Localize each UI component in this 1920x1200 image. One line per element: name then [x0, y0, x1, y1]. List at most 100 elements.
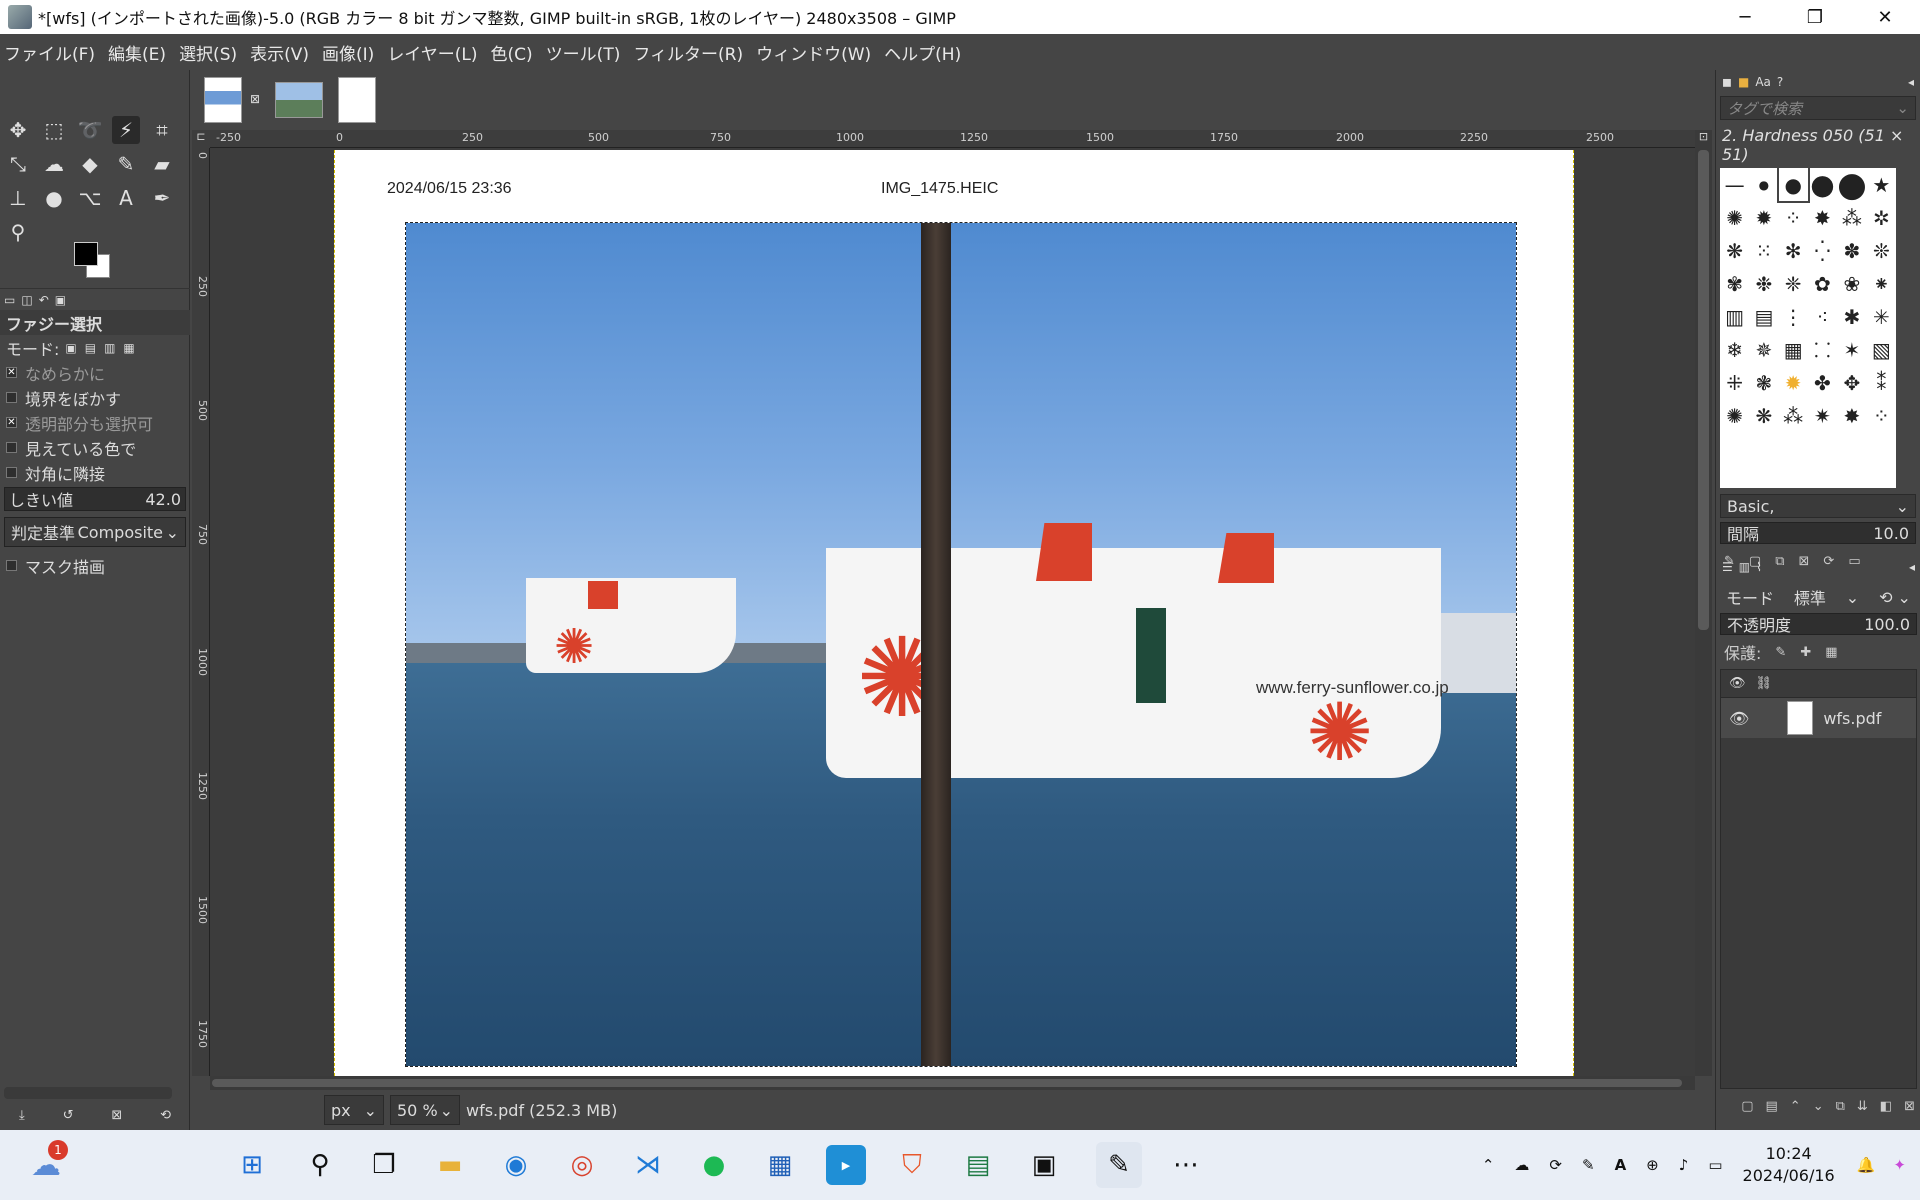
help-tab-icon[interactable]: ?	[1777, 75, 1783, 89]
antialias-option[interactable]: ✕ なめらかに	[0, 360, 190, 385]
copilot-icon[interactable]: ✦	[1893, 1156, 1906, 1174]
paintbrush-tool-icon[interactable]: ✎	[112, 150, 140, 178]
pen-icon[interactable]: ✎	[1582, 1156, 1595, 1174]
lock-pixels-icon[interactable]: ✎	[1775, 645, 1786, 660]
close-tab-icon[interactable]: ⊠	[250, 92, 260, 106]
delete-layer-icon[interactable]: ⊠	[1904, 1099, 1915, 1114]
foreground-color-swatch[interactable]	[74, 242, 98, 266]
menu-view[interactable]: 表示(V)	[250, 40, 309, 65]
battery-icon[interactable]: ▭	[1708, 1156, 1722, 1174]
menu-colors[interactable]: 色(C)	[491, 40, 533, 65]
brush-preset-select[interactable]: Basic, ⌄	[1720, 494, 1916, 518]
fg-bg-colors[interactable]	[72, 240, 118, 284]
brush-texture-icon[interactable]: ✲	[1867, 201, 1896, 234]
raise-layer-icon[interactable]: ⌃	[1790, 1099, 1801, 1114]
chrome-browser-icon[interactable]: ◎	[562, 1145, 602, 1185]
new-group-icon[interactable]: ▤	[1765, 1099, 1777, 1114]
brush-texture-icon[interactable]: ⁜	[1720, 366, 1749, 399]
composite-mode-icon[interactable]: ⟲ ⌄	[1879, 588, 1911, 607]
brush-texture-icon[interactable]: ▤	[1749, 300, 1778, 333]
notification-bell-icon[interactable]: 🔔	[1857, 1156, 1876, 1174]
brush-texture-icon[interactable]: ⋮	[1779, 300, 1808, 333]
spacing-slider[interactable]: 間隔 10.0	[1720, 522, 1916, 544]
sample-merged-option[interactable]: 見えている色で	[0, 435, 190, 460]
selection-mode-buttons[interactable]: ▣▤▥▦	[65, 341, 142, 355]
diagonal-checkbox[interactable]	[6, 467, 17, 478]
crop-tool-icon[interactable]: ⌗	[148, 116, 176, 144]
minimize-button[interactable]: ─	[1710, 0, 1780, 34]
brush-texture-icon[interactable]: ❉	[1749, 267, 1778, 300]
brush-texture-icon[interactable]: ✵	[1749, 333, 1778, 366]
images-tab-icon[interactable]: ▣	[55, 293, 66, 307]
draw-mask-option[interactable]: マスク描画	[0, 553, 190, 578]
menu-layer[interactable]: レイヤー(L)	[387, 40, 477, 65]
criterion-value[interactable]: Composite	[78, 523, 163, 542]
brush-texture-icon[interactable]: ❋	[1720, 234, 1749, 267]
brushes-tab-icon[interactable]: ◼	[1722, 75, 1732, 89]
vertical-scrollbar[interactable]: ⊡	[1695, 130, 1712, 1076]
dock-menu-icon[interactable]: ◂	[1908, 75, 1914, 89]
opacity-value[interactable]: 100.0	[1864, 615, 1910, 634]
zoom-tool-icon[interactable]: ⚲	[4, 218, 32, 246]
dock-menu-icon[interactable]: ◂	[1909, 560, 1915, 574]
brush-texture-icon[interactable]: ❀	[1837, 267, 1867, 300]
brush-tag-search[interactable]: タグで検索 ⌄	[1720, 96, 1916, 120]
duplicate-layer-icon[interactable]: ⧉	[1836, 1099, 1845, 1114]
feather-checkbox[interactable]	[6, 392, 17, 403]
brush-large-icon[interactable]: ●	[1837, 168, 1867, 205]
threshold-value[interactable]: 42.0	[145, 490, 181, 509]
spotify-icon[interactable]: ●	[694, 1145, 734, 1185]
transparent-checkbox[interactable]: ✕	[6, 417, 17, 428]
unified-transform-tool-icon[interactable]: ⤡	[4, 150, 32, 178]
merge-layer-icon[interactable]: ⇊	[1857, 1099, 1868, 1114]
image-tab-wfs[interactable]	[198, 74, 248, 126]
brush-texture-icon[interactable]: ⁘	[1867, 399, 1896, 432]
threshold-slider[interactable]: しきい値 42.0	[4, 487, 186, 511]
unit-select[interactable]: px ⌄	[324, 1095, 384, 1125]
clone-tool-icon[interactable]: ⊥	[4, 184, 32, 212]
patterns-tab-icon[interactable]: ■	[1738, 75, 1749, 89]
opacity-slider[interactable]: 不透明度 100.0	[1720, 613, 1917, 635]
menu-select[interactable]: 選択(S)	[179, 40, 237, 65]
navigate-icon[interactable]: ⊡	[1695, 130, 1712, 143]
delete-options-icon[interactable]: ⊠	[111, 1108, 122, 1123]
brush-texture-icon[interactable]: ⁛	[1808, 234, 1837, 267]
document-page[interactable]: 2024/06/15 23:36 IMG_1475.HEIC ✺ ✺ ✺ www…	[334, 150, 1574, 1076]
scroll-thumb[interactable]	[1698, 150, 1709, 630]
brush-texture-icon[interactable]: ✸	[1837, 399, 1867, 432]
brush-texture-icon[interactable]: ✾	[1720, 267, 1749, 300]
scroll-thumb[interactable]	[212, 1079, 1682, 1087]
excel-icon[interactable]: ▤	[958, 1145, 998, 1185]
brush-texture-icon[interactable]: ✺	[1720, 399, 1749, 432]
zoom-select[interactable]: 50 % ⌄	[390, 1095, 460, 1125]
brush-texture-icon[interactable]: ⸬	[1808, 333, 1837, 366]
lock-alpha-icon[interactable]: ▦	[1825, 645, 1837, 660]
reset-options-icon[interactable]: ⟲	[160, 1108, 171, 1123]
device-status-tab-icon[interactable]: ◫	[21, 293, 32, 307]
more-apps-icon[interactable]: ⋯	[1166, 1145, 1206, 1185]
spacing-value[interactable]: 10.0	[1873, 524, 1909, 543]
draw-mask-checkbox[interactable]	[6, 560, 17, 571]
sync-icon[interactable]: ⟳	[1549, 1156, 1562, 1174]
undo-history-tab-icon[interactable]: ↶	[39, 293, 49, 307]
lower-layer-icon[interactable]: ⌄	[1813, 1099, 1824, 1114]
chevron-up-icon[interactable]: ⌃	[1482, 1156, 1495, 1174]
brush-texture-icon[interactable]: ✻	[1779, 234, 1808, 267]
eraser-tool-icon[interactable]: ▰	[148, 150, 176, 178]
warp-tool-icon[interactable]: ☁	[40, 150, 68, 178]
menu-edit[interactable]: 編集(E)	[108, 40, 166, 65]
horizontal-scrollbar[interactable]	[210, 1076, 1695, 1090]
new-layer-icon[interactable]: ▢	[1741, 1099, 1753, 1114]
brush-texture-icon[interactable]: ❊	[1867, 234, 1896, 267]
menu-image[interactable]: 画像(I)	[322, 40, 374, 65]
brush-texture-icon[interactable]: ❄	[1720, 333, 1749, 366]
layer-name[interactable]: wfs.pdf	[1823, 709, 1881, 728]
paths-tool-icon[interactable]: ⌥	[76, 184, 104, 212]
layer-row[interactable]: 👁 wfs.pdf	[1721, 698, 1916, 738]
image-tab-photo[interactable]	[274, 74, 324, 126]
gimp-taskbar-icon[interactable]: ✎	[1096, 1142, 1142, 1188]
channels-tab-icon[interactable]: ▥	[1739, 560, 1750, 574]
brush-texture-icon[interactable]: ▦	[1779, 333, 1808, 366]
layer-mode-select[interactable]: 標準	[1794, 585, 1826, 609]
eye-icon[interactable]: 👁	[1729, 709, 1749, 728]
